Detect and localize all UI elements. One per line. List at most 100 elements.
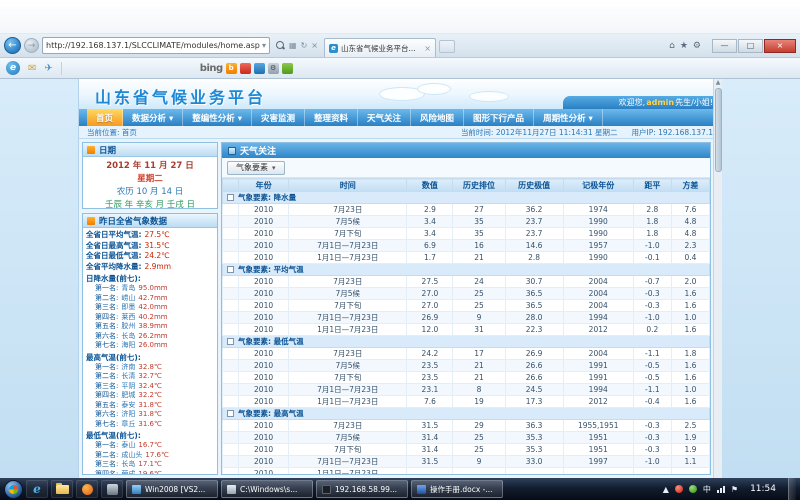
tab-close-icon[interactable]: ×	[424, 44, 431, 53]
search-icon[interactable]	[276, 41, 285, 50]
station-name-link[interactable]: 长清	[121, 372, 135, 382]
tools-gear-icon[interactable]: ⚙	[693, 41, 701, 51]
stop-icon[interactable]: ×	[311, 41, 318, 50]
nav-item-3[interactable]: 灾害监测	[252, 109, 305, 126]
ie-logo-icon[interactable]: e	[6, 61, 20, 75]
favorites-star-icon[interactable]: ★	[680, 41, 688, 51]
station-name-link[interactable]: 海阳	[121, 341, 135, 351]
maximize-button[interactable]: □	[738, 39, 763, 53]
compatibility-view-icon[interactable]: ▦	[289, 41, 297, 50]
table-row[interactable]: 20107月1日—7月23日31.5933.01997-1.01.1	[223, 456, 710, 468]
taskbar-explorer-icon[interactable]	[51, 480, 73, 498]
send-page-icon[interactable]: ✈	[44, 63, 52, 74]
station-name-link[interactable]: 莱西	[121, 313, 135, 323]
station-name-link[interactable]: 长岛	[121, 332, 135, 342]
toolbar-share-icon[interactable]	[282, 63, 293, 74]
table-row[interactable]: 20107月5候23.52126.61991-0.51.6	[223, 360, 710, 372]
home-icon[interactable]: ⌂	[669, 41, 675, 51]
table-row[interactable]: 20107月下旬23.52126.61991-0.51.6	[223, 372, 710, 384]
table-row[interactable]: 20101月1日—7月23日	[223, 468, 710, 476]
show-desktop-button[interactable]	[788, 478, 796, 500]
station-name-link[interactable]: 肥城	[121, 391, 135, 401]
toolbar-mail-icon[interactable]	[240, 63, 251, 74]
taskbar-clock[interactable]: 11:54	[744, 484, 782, 494]
page-scrollbar[interactable]: ▲	[713, 79, 722, 478]
address-dropdown-icon[interactable]: ▾	[262, 41, 266, 50]
table-row[interactable]: 20101月1日—7月23日1.7212.81990-0.10.4	[223, 252, 710, 264]
nav-item-5[interactable]: 天气关注	[358, 109, 411, 126]
nav-item-4[interactable]: 整理资料	[305, 109, 358, 126]
table-row[interactable]: 20107月1日—7月23日26.9928.01994-1.01.0	[223, 312, 710, 324]
table-row[interactable]: 20107月下旬27.02536.52004-0.31.6	[223, 300, 710, 312]
bing-logo[interactable]: bing	[200, 63, 223, 74]
table-row[interactable]: 20101月1日—7月23日12.03122.320120.21.6	[223, 324, 710, 336]
nav-item-8[interactable]: 周期性分析 ▾	[534, 109, 603, 126]
station-name-link[interactable]: 平阴	[121, 382, 135, 392]
taskbar-media-player-icon[interactable]	[76, 480, 98, 498]
station-name-link[interactable]: 成山头	[121, 451, 142, 461]
table-row[interactable]: 20107月下旬3.43523.719901.84.8	[223, 228, 710, 240]
taskbar-window-button[interactable]: Win2008 [VS2...	[126, 480, 218, 498]
station-name-link[interactable]: 章丘	[121, 420, 135, 430]
table-row[interactable]: 20107月23日2.92736.219742.87.6	[223, 204, 710, 216]
nav-item-7[interactable]: 图形下行产品	[464, 109, 534, 126]
taskbar-ie-icon[interactable]: e	[26, 480, 48, 498]
element-filter-button[interactable]: 气象要素 ▾	[227, 161, 285, 175]
station-name-link[interactable]: 即墨	[121, 303, 135, 313]
scrollbar-thumb[interactable]	[715, 88, 722, 172]
taskbar-window-button[interactable]: 操作手册.docx -...	[411, 480, 503, 498]
station-name-link[interactable]: 青岛	[121, 284, 135, 294]
checkbox-icon[interactable]	[227, 338, 234, 345]
taskbar-terminal-icon[interactable]	[101, 480, 123, 498]
station-name-link[interactable]: 泰安	[121, 401, 135, 411]
nav-item-2[interactable]: 整编性分析 ▾	[183, 109, 252, 126]
station-name-link[interactable]: 长岛	[121, 460, 135, 470]
refresh-icon[interactable]: ↻	[301, 41, 308, 50]
station-name-link[interactable]: 济阳	[121, 410, 135, 420]
scroll-up-icon[interactable]: ▲	[716, 79, 721, 87]
table-row[interactable]: 20101月1日—7月23日7.61917.32012-0.41.6	[223, 396, 710, 408]
table-section-row[interactable]: 气象要素: 最低气温	[223, 336, 710, 348]
table-row[interactable]: 20107月1日—7月23日23.1824.51994-1.11.0	[223, 384, 710, 396]
taskbar-window-button[interactable]: 192.168.58.99...	[316, 480, 408, 498]
nav-item-6[interactable]: 风险地图	[411, 109, 464, 126]
checkbox-icon[interactable]	[227, 266, 234, 273]
bing-search-button[interactable]: b	[226, 63, 237, 74]
station-name-link[interactable]: 胶州	[121, 322, 135, 332]
browser-tab[interactable]: e 山东省气候业务平台... ×	[324, 38, 436, 57]
table-row[interactable]: 20107月1日—7月23日6.91614.61957-1.02.3	[223, 240, 710, 252]
table-section-row[interactable]: 气象要素: 降水量	[223, 192, 710, 204]
tray-app-icon[interactable]	[689, 485, 697, 493]
checkbox-icon[interactable]	[227, 194, 234, 201]
browser-forward-button[interactable]: →	[24, 38, 39, 53]
show-hidden-icons-button[interactable]: ▲	[663, 485, 669, 494]
action-center-flag-icon[interactable]: ⚑	[731, 485, 738, 494]
minimize-button[interactable]: —	[712, 39, 737, 53]
table-section-row[interactable]: 气象要素: 最高气温	[223, 408, 710, 420]
checkbox-icon[interactable]	[227, 410, 234, 417]
station-name-link[interactable]: 济南	[121, 363, 135, 373]
table-row[interactable]: 20107月5候3.43523.719901.84.8	[223, 216, 710, 228]
taskbar-window-button[interactable]: C:\Windows\s...	[221, 480, 313, 498]
nav-item-0[interactable]: 首页	[87, 109, 123, 126]
close-button[interactable]: ×	[764, 39, 796, 53]
network-icon[interactable]	[717, 486, 725, 493]
table-row[interactable]: 20107月5候31.42535.31951-0.31.9	[223, 432, 710, 444]
address-bar[interactable]: http://192.168.137.1/SLCCLIMATE/modules/…	[42, 37, 270, 54]
ime-language-indicator[interactable]: 中	[703, 484, 711, 495]
table-row[interactable]: 20107月23日27.52430.72004-0.72.0	[223, 276, 710, 288]
station-name-link[interactable]: 崂山	[121, 294, 135, 304]
browser-back-button[interactable]: ←	[4, 37, 21, 54]
table-row[interactable]: 20107月下旬31.42535.31951-0.31.9	[223, 444, 710, 456]
table-row[interactable]: 20107月23日24.21726.92004-1.11.8	[223, 348, 710, 360]
table-row[interactable]: 20107月5候27.02536.52004-0.31.6	[223, 288, 710, 300]
toolbar-settings-icon[interactable]: ⚙	[268, 63, 279, 74]
new-tab-button[interactable]	[439, 40, 455, 53]
start-button[interactable]	[4, 480, 23, 499]
toolbar-messenger-icon[interactable]	[254, 63, 265, 74]
nav-item-1[interactable]: 数据分析 ▾	[123, 109, 183, 126]
tray-app-icon[interactable]	[675, 485, 683, 493]
mail-icon[interactable]: ✉	[28, 63, 36, 74]
table-section-row[interactable]: 气象要素: 平均气温	[223, 264, 710, 276]
station-name-link[interactable]: 泰山	[121, 441, 135, 451]
